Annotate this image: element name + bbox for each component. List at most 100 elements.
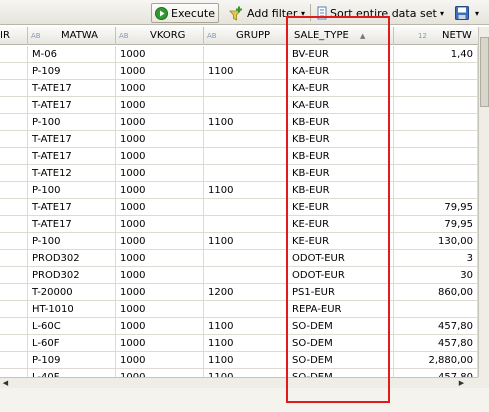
cell-vkorg[interactable]: 1000 [116, 318, 204, 335]
cell-vkorg[interactable]: 1000 [116, 250, 204, 267]
cell-vkorg[interactable]: 1000 [116, 148, 204, 165]
cell-grupp[interactable] [204, 216, 288, 233]
add-filter-dropdown[interactable]: ▾ [298, 3, 308, 23]
cell-sale-type[interactable]: KE-EUR [288, 199, 394, 216]
table-row[interactable]: T-ATE17 1000 KA-EUR [0, 80, 478, 97]
table-row[interactable]: T-ATE17 1000 KB-EUR [0, 131, 478, 148]
cell-sale-type[interactable]: KE-EUR [288, 216, 394, 233]
cell-vkorg[interactable]: 1000 [116, 301, 204, 318]
cell-grupp[interactable]: 1100 [204, 114, 288, 131]
table-row[interactable]: PROD302 1000 ODOT-EUR 3 [0, 250, 478, 267]
cell-ir[interactable] [0, 233, 28, 250]
vertical-scroll-thumb[interactable] [480, 37, 489, 107]
cell-netw[interactable] [394, 131, 478, 148]
cell-netw[interactable]: 130,00 [394, 233, 478, 250]
cell-matwa[interactable]: T-20000 [28, 284, 116, 301]
cell-netw[interactable]: 79,95 [394, 199, 478, 216]
cell-netw[interactable] [394, 114, 478, 131]
cell-matwa[interactable]: T-ATE17 [28, 199, 116, 216]
cell-ir[interactable] [0, 46, 28, 63]
cell-vkorg[interactable]: 1000 [116, 114, 204, 131]
cell-ir[interactable] [0, 267, 28, 284]
add-filter-button[interactable]: Add filter [225, 3, 300, 23]
cell-matwa[interactable]: PROD302 [28, 267, 116, 284]
cell-grupp[interactable] [204, 267, 288, 284]
cell-sale-type[interactable]: SO-DEM [288, 318, 394, 335]
cell-sale-type[interactable]: SO-DEM [288, 352, 394, 369]
cell-matwa[interactable]: T-ATE17 [28, 148, 116, 165]
cell-grupp[interactable] [204, 46, 288, 63]
column-header-sale-type[interactable]: SALE_TYPE ▲ [288, 27, 394, 45]
cell-matwa[interactable]: M-06 [28, 46, 116, 63]
horizontal-scrollbar[interactable]: ◀ ▶ [0, 377, 478, 388]
table-row[interactable]: P-100 1000 1100 KB-EUR [0, 182, 478, 199]
cell-vkorg[interactable]: 1000 [116, 267, 204, 284]
cell-ir[interactable] [0, 63, 28, 80]
cell-matwa[interactable]: T-ATE12 [28, 165, 116, 182]
cell-vkorg[interactable]: 1000 [116, 369, 204, 377]
table-row[interactable]: L-60F 1000 1100 SO-DEM 457,80 [0, 335, 478, 352]
column-header-netw[interactable]: 12 NETW [394, 27, 478, 45]
cell-ir[interactable] [0, 352, 28, 369]
cell-netw[interactable]: 457,80 [394, 335, 478, 352]
cell-ir[interactable] [0, 97, 28, 114]
cell-ir[interactable] [0, 335, 28, 352]
cell-matwa[interactable]: T-ATE17 [28, 216, 116, 233]
cell-netw[interactable]: 30 [394, 267, 478, 284]
cell-grupp[interactable]: 1100 [204, 318, 288, 335]
cell-netw[interactable]: 860,00 [394, 284, 478, 301]
save-dropdown[interactable]: ▾ [472, 3, 482, 23]
cell-netw[interactable]: 79,95 [394, 216, 478, 233]
cell-sale-type[interactable]: KB-EUR [288, 165, 394, 182]
cell-ir[interactable] [0, 80, 28, 97]
cell-vkorg[interactable]: 1000 [116, 80, 204, 97]
cell-matwa[interactable]: P-109 [28, 63, 116, 80]
cell-sale-type[interactable]: SO-DEM [288, 369, 394, 377]
table-row[interactable]: T-ATE17 1000 KA-EUR [0, 97, 478, 114]
cell-vkorg[interactable]: 1000 [116, 63, 204, 80]
table-row[interactable]: HT-1010 1000 REPA-EUR [0, 301, 478, 318]
column-header-grupp[interactable]: AB GRUPP [204, 27, 288, 45]
cell-sale-type[interactable]: KA-EUR [288, 97, 394, 114]
cell-netw[interactable]: 457,80 [394, 369, 478, 377]
sort-dropdown[interactable]: ▾ [437, 3, 447, 23]
cell-netw[interactable]: 3 [394, 250, 478, 267]
cell-matwa[interactable]: PROD302 [28, 250, 116, 267]
cell-vkorg[interactable]: 1000 [116, 284, 204, 301]
cell-sale-type[interactable]: KA-EUR [288, 80, 394, 97]
cell-matwa[interactable]: L-40F [28, 369, 116, 377]
column-header-matwa[interactable]: AB MATWA [28, 27, 116, 45]
cell-ir[interactable] [0, 250, 28, 267]
cell-vkorg[interactable]: 1000 [116, 233, 204, 250]
save-button[interactable] [452, 3, 472, 23]
cell-matwa[interactable]: P-109 [28, 352, 116, 369]
cell-sale-type[interactable]: BV-EUR [288, 46, 394, 63]
table-row[interactable]: L-60C 1000 1100 SO-DEM 457,80 [0, 318, 478, 335]
cell-vkorg[interactable]: 1000 [116, 131, 204, 148]
cell-ir[interactable] [0, 182, 28, 199]
cell-sale-type[interactable]: ODOT-EUR [288, 267, 394, 284]
cell-ir[interactable] [0, 148, 28, 165]
cell-sale-type[interactable]: SO-DEM [288, 335, 394, 352]
cell-matwa[interactable]: HT-1010 [28, 301, 116, 318]
cell-matwa[interactable]: T-ATE17 [28, 131, 116, 148]
scroll-left-icon[interactable]: ◀ [0, 378, 11, 388]
cell-matwa[interactable]: P-100 [28, 182, 116, 199]
cell-netw[interactable] [394, 148, 478, 165]
cell-vkorg[interactable]: 1000 [116, 199, 204, 216]
cell-grupp[interactable] [204, 148, 288, 165]
cell-vkorg[interactable]: 1000 [116, 46, 204, 63]
cell-sale-type[interactable]: KB-EUR [288, 114, 394, 131]
cell-ir[interactable] [0, 318, 28, 335]
cell-sale-type[interactable]: KB-EUR [288, 148, 394, 165]
cell-ir[interactable] [0, 114, 28, 131]
cell-matwa[interactable]: L-60F [28, 335, 116, 352]
cell-grupp[interactable] [204, 80, 288, 97]
cell-vkorg[interactable]: 1000 [116, 352, 204, 369]
cell-vkorg[interactable]: 1000 [116, 335, 204, 352]
cell-ir[interactable] [0, 199, 28, 216]
column-header-ir[interactable]: IR [0, 27, 28, 45]
table-row[interactable]: T-ATE17 1000 KE-EUR 79,95 [0, 199, 478, 216]
cell-sale-type[interactable]: PS1-EUR [288, 284, 394, 301]
cell-sale-type[interactable]: REPA-EUR [288, 301, 394, 318]
